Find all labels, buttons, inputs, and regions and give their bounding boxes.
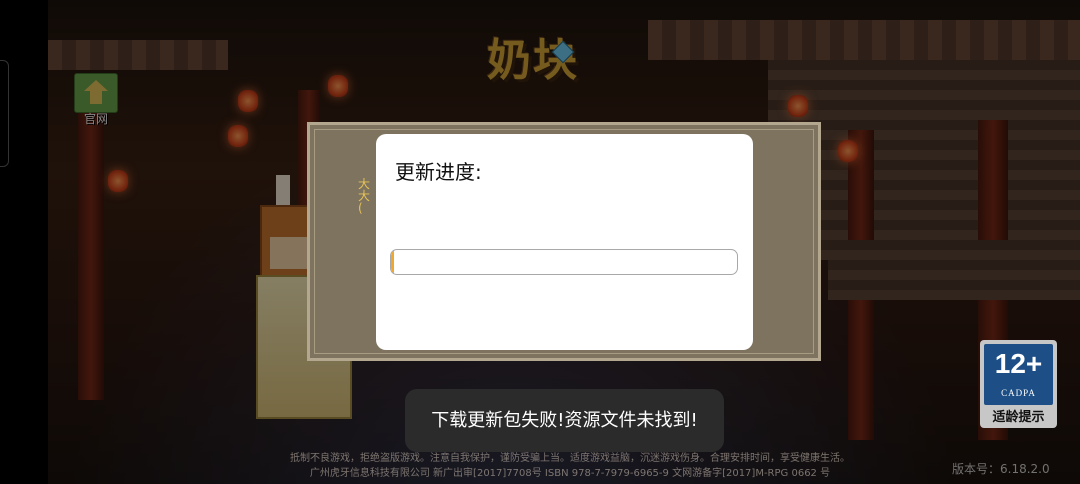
age-rating-badge[interactable]: 12+ CADPA 适龄提示	[980, 340, 1057, 428]
progress-bar-fill	[391, 250, 395, 274]
device-side-outline	[0, 60, 9, 167]
update-progress-bar	[390, 249, 738, 275]
game-screen: 奶块 官网 大 大 ( 更新进度: 下载更新包失败!资源文件未找到! 抵制不良游…	[0, 0, 1080, 484]
age-rating-number: 12+	[994, 348, 1043, 379]
update-progress-dialog: 更新进度:	[376, 134, 753, 350]
dialog-title: 更新进度:	[395, 160, 482, 184]
age-rating-caption: 适龄提示	[992, 410, 1045, 425]
legal-footer: 抵制不良游戏，拒绝盗版游戏。注意自我保护，谨防受骗上当。适度游戏益脑，沉迷游戏伤…	[160, 451, 980, 481]
publisher-info: 广州虎牙信息科技有限公司 新广出审[2017]7708号 ISBN 978-7-…	[309, 468, 831, 479]
version-label: 版本号：6.18.2.0	[952, 462, 1050, 476]
health-notice: 抵制不良游戏，拒绝盗版游戏。注意自我保护，谨防受骗上当。适度游戏益脑，沉迷游戏伤…	[290, 453, 850, 464]
error-toast: 下载更新包失败!资源文件未找到!	[405, 389, 724, 452]
age-rating-icon: 12+ CADPA	[984, 344, 1053, 405]
announcement-partial-text: 大 大 (	[358, 178, 371, 214]
age-rating-org: CADPA	[1001, 388, 1036, 398]
